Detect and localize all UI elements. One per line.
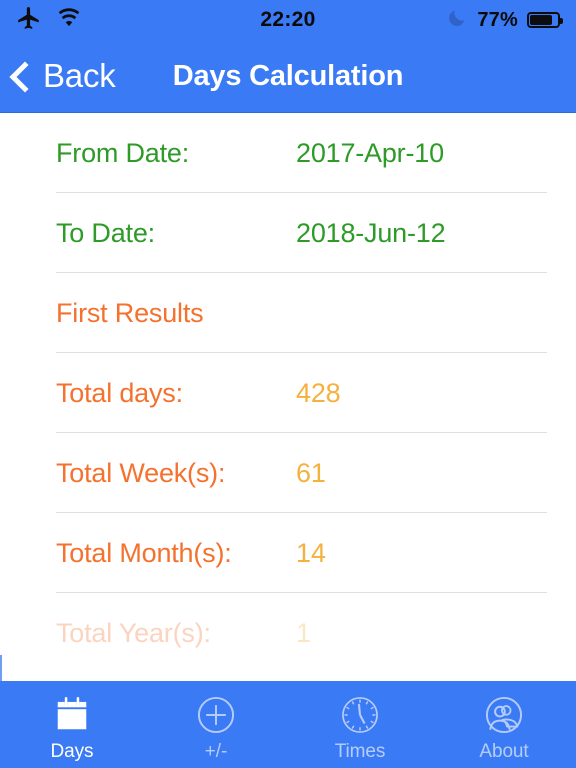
status-bar-right: 77% — [390, 7, 563, 34]
battery-fill — [530, 15, 553, 25]
calendar-icon — [50, 693, 94, 737]
back-button-label: Back — [43, 57, 116, 94]
row-label-cut-off: Total Year(s): — [56, 617, 211, 648]
tab-about[interactable]: About — [432, 681, 576, 768]
clock-icon — [338, 693, 382, 737]
tab-label-times: Times — [334, 740, 386, 762]
row-value-total-months: 14 — [296, 537, 326, 568]
row-value-total-weeks: 61 — [296, 457, 326, 488]
people-icon — [482, 693, 526, 737]
battery-icon — [527, 12, 563, 28]
section-header-label: First Results — [56, 297, 204, 328]
status-bar: 22:20 77% — [0, 0, 576, 40]
row-label-total-months: Total Month(s): — [56, 537, 232, 568]
chevron-left-icon — [9, 60, 41, 93]
wifi-icon — [56, 5, 82, 36]
table-row[interactable]: Total days: 428 — [0, 353, 576, 433]
tab-bar: Days +/- Times About — [0, 681, 576, 768]
app-screen: 22:20 77% Back Days Calculation From Dat… — [0, 0, 576, 768]
table-row-partially-hidden[interactable]: Total Year(s): 1 — [0, 593, 576, 673]
tab-plus-minus[interactable]: +/- — [144, 681, 288, 768]
moon-icon — [446, 7, 468, 34]
row-value-cut-off: 1 — [296, 617, 311, 648]
navigation-bar: Back Days Calculation — [0, 40, 576, 113]
tab-label-plus-minus: +/- — [204, 740, 228, 762]
table-row[interactable]: Total Week(s): 61 — [0, 433, 576, 513]
status-bar-clock: 22:20 — [260, 8, 316, 31]
table-left-edge-artifact — [0, 655, 2, 681]
results-table[interactable]: From Date: 2017-Apr-10 To Date: 2018-Jun… — [0, 113, 576, 681]
tab-times[interactable]: Times — [288, 681, 432, 768]
battery-percent-label: 77% — [477, 8, 518, 31]
status-bar-left — [16, 5, 186, 36]
table-row[interactable]: From Date: 2017-Apr-10 — [0, 113, 576, 193]
row-value-to-date: 2018-Jun-12 — [296, 217, 446, 248]
section-header-first-results: First Results — [0, 273, 576, 353]
row-value-total-days: 428 — [296, 377, 341, 408]
airplane-icon — [16, 5, 42, 36]
plus-circle-icon — [194, 693, 238, 737]
table-row[interactable]: To Date: 2018-Jun-12 — [0, 193, 576, 273]
tab-label-days: Days — [50, 740, 94, 762]
tab-days[interactable]: Days — [0, 681, 144, 768]
row-label-total-days: Total days: — [56, 377, 183, 408]
tab-label-about: About — [479, 740, 529, 762]
row-value-from-date: 2017-Apr-10 — [296, 137, 444, 168]
row-label-total-weeks: Total Week(s): — [56, 457, 226, 488]
table-row[interactable]: Total Month(s): 14 — [0, 513, 576, 593]
row-label-to-date: To Date: — [56, 217, 155, 248]
row-label-from-date: From Date: — [56, 137, 190, 168]
back-button[interactable]: Back — [9, 40, 116, 112]
